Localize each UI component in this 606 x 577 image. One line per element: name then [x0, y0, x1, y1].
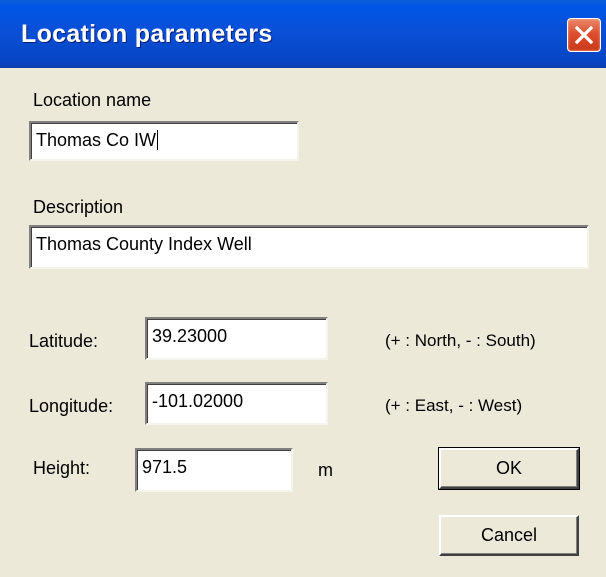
location-parameters-dialog: Location parameters Location name Thomas… — [0, 0, 606, 577]
text-caret — [157, 130, 159, 150]
close-icon — [575, 26, 593, 44]
location-name-input[interactable]: Thomas Co IW — [29, 121, 299, 161]
cancel-button[interactable]: Cancel — [439, 515, 579, 556]
close-button[interactable] — [567, 18, 601, 52]
latitude-hint: (+ : North, - : South) — [385, 331, 536, 350]
description-input[interactable]: Thomas County Index Well — [29, 225, 589, 269]
height-input[interactable]: 971.5 — [135, 448, 293, 492]
location-name-value: Thomas Co IW — [36, 130, 157, 150]
description-value: Thomas County Index Well — [36, 234, 252, 254]
height-value: 971.5 — [142, 457, 188, 477]
location-name-label: Location name — [33, 90, 152, 110]
latitude-value: 39.23000 — [152, 326, 228, 346]
title-bar[interactable]: Location parameters — [0, 0, 606, 68]
longitude-value: -101.02000 — [152, 391, 244, 411]
description-label: Description — [33, 197, 124, 217]
latitude-input[interactable]: 39.23000 — [145, 317, 328, 360]
longitude-input[interactable]: -101.02000 — [145, 382, 328, 425]
height-unit: m — [318, 460, 333, 480]
longitude-label: Longitude: — [29, 396, 114, 416]
latitude-label: Latitude: — [29, 331, 99, 351]
longitude-hint: (+ : East, - : West) — [385, 396, 523, 415]
window-title: Location parameters — [21, 20, 273, 48]
ok-button[interactable]: OK — [438, 447, 580, 490]
height-label: Height: — [33, 458, 91, 478]
